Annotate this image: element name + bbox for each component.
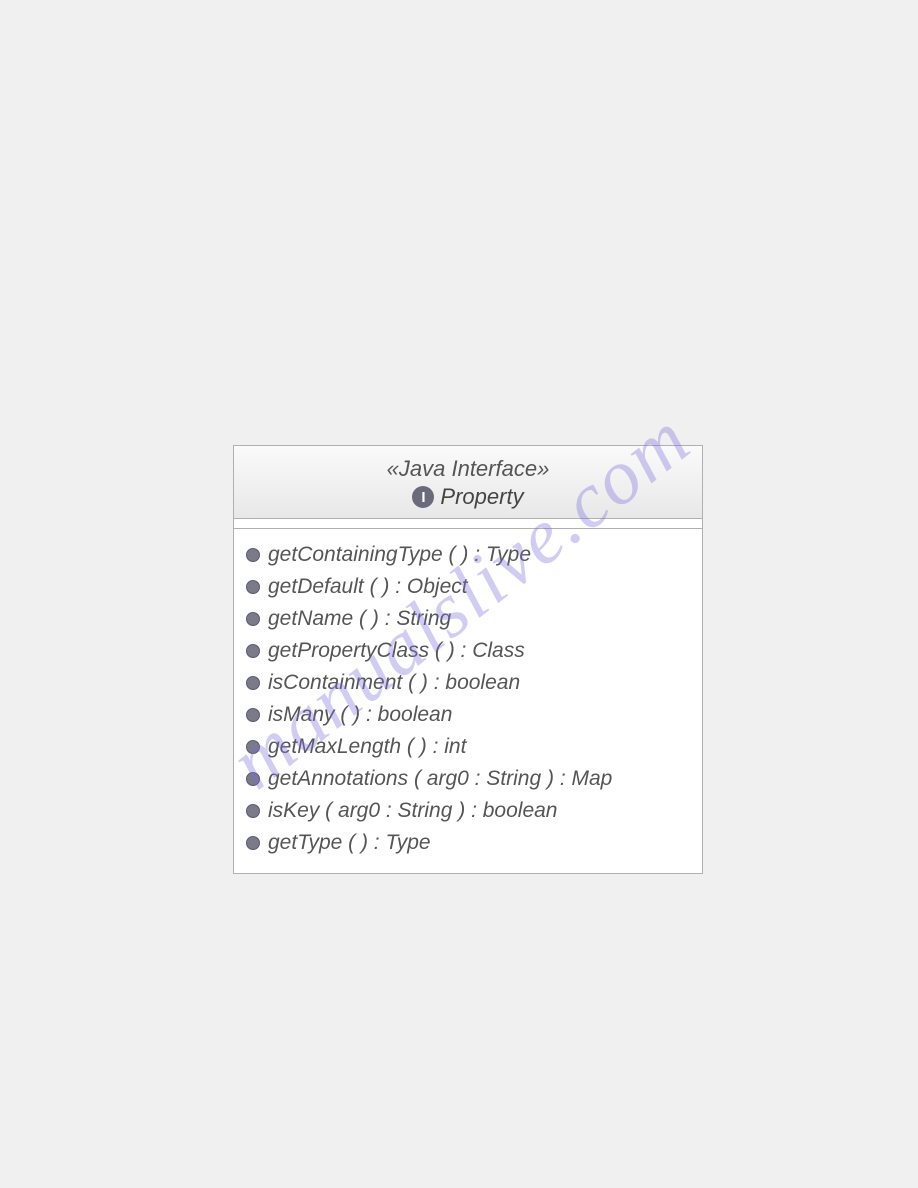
visibility-icon [246, 740, 260, 754]
visibility-icon [246, 612, 260, 626]
visibility-icon [246, 708, 260, 722]
method-signature: getMaxLength ( ) : int [268, 735, 466, 759]
uml-header: «Java Interface» I Property [234, 446, 702, 519]
method-row: getName ( ) : String [246, 603, 690, 635]
method-signature: getContainingType ( ) : Type [268, 543, 531, 567]
method-row: getType ( ) : Type [246, 827, 690, 859]
method-row: isKey ( arg0 : String ) : boolean [246, 795, 690, 827]
visibility-icon [246, 676, 260, 690]
method-row: isContainment ( ) : boolean [246, 667, 690, 699]
method-signature: getType ( ) : Type [268, 831, 431, 855]
method-signature: getName ( ) : String [268, 607, 451, 631]
attribute-compartment [234, 519, 702, 529]
uml-class-box: «Java Interface» I Property getContainin… [233, 445, 703, 874]
stereotype-label: «Java Interface» [240, 456, 696, 482]
method-row: getDefault ( ) : Object [246, 571, 690, 603]
visibility-icon [246, 804, 260, 818]
visibility-icon [246, 644, 260, 658]
method-signature: getAnnotations ( arg0 : String ) : Map [268, 767, 612, 791]
method-row: getAnnotations ( arg0 : String ) : Map [246, 763, 690, 795]
method-signature: getDefault ( ) : Object [268, 575, 468, 599]
method-row: getPropertyClass ( ) : Class [246, 635, 690, 667]
classname-row: I Property [240, 484, 696, 510]
visibility-icon [246, 580, 260, 594]
method-row: getContainingType ( ) : Type [246, 539, 690, 571]
method-row: getMaxLength ( ) : int [246, 731, 690, 763]
method-signature: isContainment ( ) : boolean [268, 671, 520, 695]
method-signature: isKey ( arg0 : String ) : boolean [268, 799, 557, 823]
class-name: Property [440, 484, 523, 510]
method-signature: getPropertyClass ( ) : Class [268, 639, 525, 663]
method-row: isMany ( ) : boolean [246, 699, 690, 731]
method-signature: isMany ( ) : boolean [268, 703, 452, 727]
visibility-icon [246, 772, 260, 786]
interface-icon: I [412, 486, 434, 508]
visibility-icon [246, 836, 260, 850]
visibility-icon [246, 548, 260, 562]
method-compartment: getContainingType ( ) : Type getDefault … [234, 529, 702, 873]
